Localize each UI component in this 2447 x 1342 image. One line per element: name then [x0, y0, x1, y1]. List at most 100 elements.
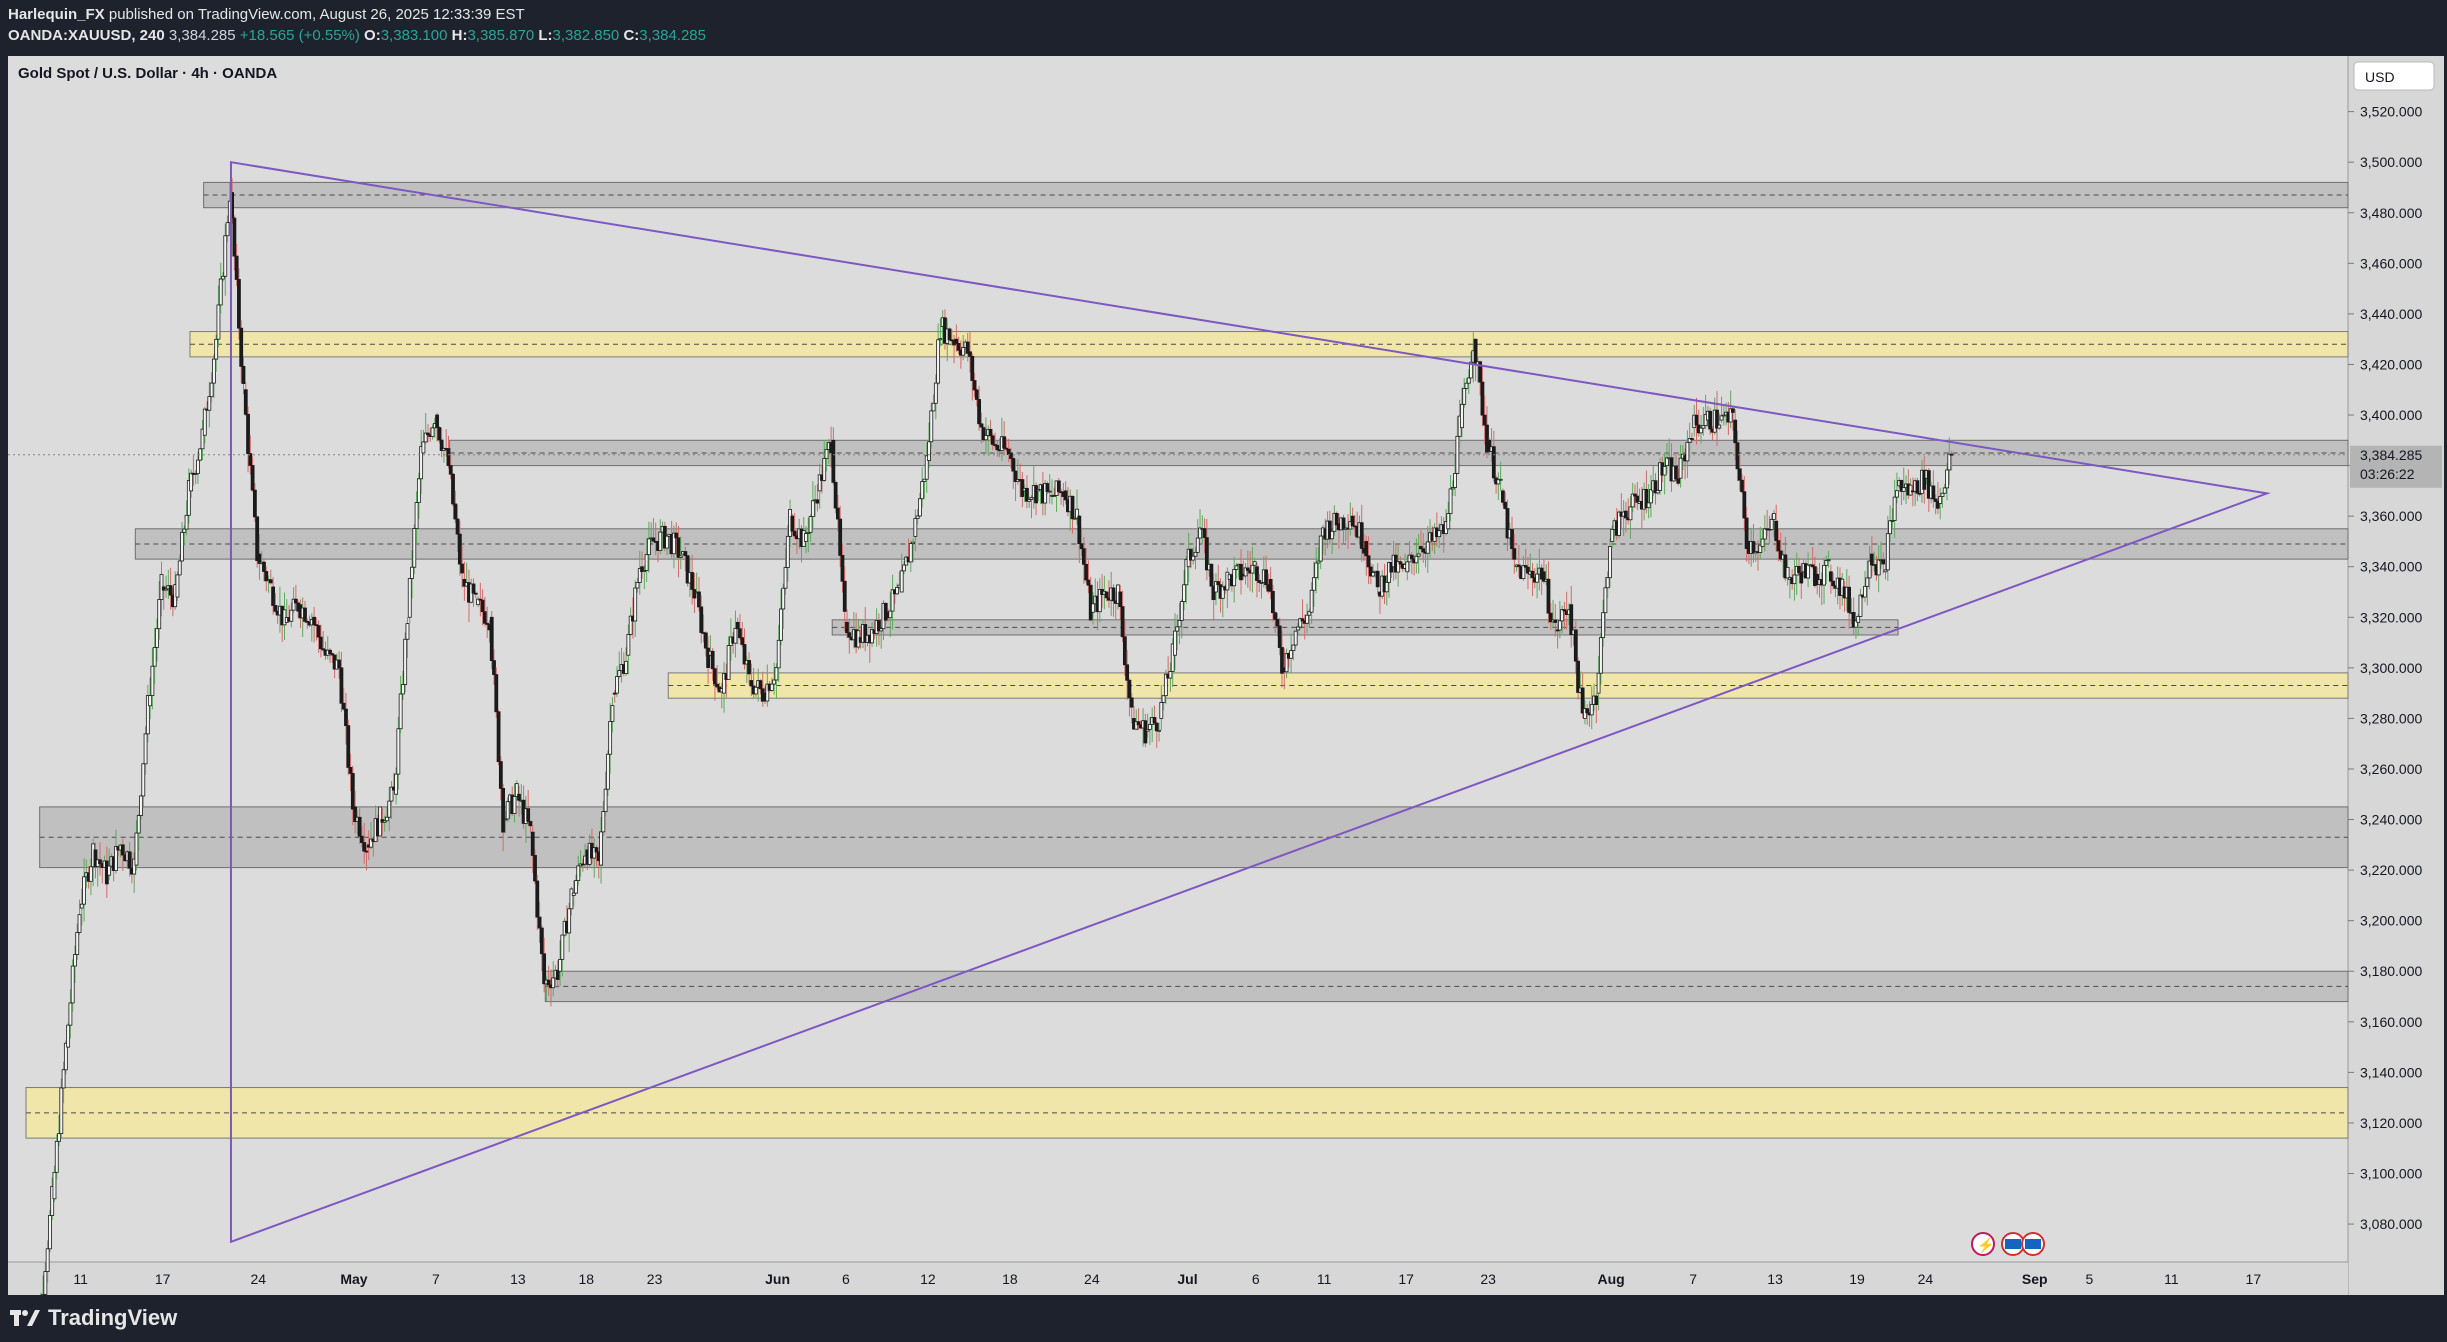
candle-body [54, 1140, 59, 1173]
candle-body [1869, 553, 1874, 566]
price-change: +18.565 (+0.55%) [239, 27, 360, 44]
candle-body [79, 903, 84, 909]
candle-body [43, 1271, 48, 1295]
candle-body [1772, 513, 1776, 520]
candle-body [665, 535, 670, 549]
symbol-label[interactable]: OANDA:XAUUSD, 240 [8, 27, 165, 44]
candle-body [196, 459, 200, 474]
y-tick-label: 3,400.000 [2360, 407, 2422, 423]
candle-body [1888, 520, 1892, 535]
candle-body [1466, 377, 1471, 384]
candle-body [107, 865, 112, 876]
candle-body [974, 389, 979, 400]
candle-body [1885, 533, 1890, 571]
candle-body [246, 413, 250, 454]
candle-body [1359, 522, 1364, 549]
y-tick-label: 3,300.000 [2360, 660, 2422, 676]
candle-body [624, 660, 629, 674]
candle-body [699, 606, 704, 633]
candle-body [1070, 495, 1075, 520]
candle-body [535, 880, 540, 918]
candle-body [979, 423, 984, 428]
candle-body [271, 586, 276, 606]
last-price: 3,384.285 [168, 27, 236, 44]
candle-body [810, 500, 815, 517]
candle-body [1305, 614, 1309, 624]
high-value: 3,385.870 [467, 27, 535, 44]
candle-body [1034, 485, 1038, 504]
candle-body [1690, 438, 1694, 440]
candle-body [658, 531, 663, 551]
candle-body [697, 591, 701, 608]
x-tick-label: 13 [1767, 1271, 1783, 1287]
candle-body [1446, 513, 1451, 530]
x-tick-label: 17 [2246, 1271, 2262, 1287]
candle-body [1122, 636, 1127, 666]
tradingview-logo[interactable]: TradingView [10, 1305, 177, 1331]
candle-body [416, 478, 421, 503]
candle-body [968, 351, 972, 357]
candle-body [293, 598, 298, 604]
candle-body [1152, 717, 1157, 724]
candle-body [1785, 567, 1790, 579]
candle-body [1239, 563, 1243, 581]
candle-body [385, 816, 389, 822]
current-price-label: 3,384.285 [2360, 447, 2422, 463]
candle-body [615, 676, 619, 694]
candle-body [1674, 465, 1678, 480]
candle-body [75, 932, 80, 955]
candle-body [1009, 452, 1013, 459]
candle-body [1425, 541, 1430, 554]
candle-body [790, 515, 795, 532]
candle-body [931, 402, 936, 412]
y-tick-label: 3,280.000 [2360, 710, 2422, 726]
candle-body [498, 761, 503, 789]
candle-body [651, 537, 656, 542]
candle-body [136, 815, 141, 834]
candle-body [471, 583, 476, 594]
candle-body [68, 1002, 73, 1026]
candle-body [214, 338, 219, 360]
candle-body [61, 1069, 66, 1089]
candle-body [715, 683, 720, 688]
candle-body [956, 342, 961, 351]
candle-body [1143, 720, 1148, 744]
candle-body [1881, 559, 1886, 565]
candle-body [560, 934, 565, 960]
candle-body [603, 788, 608, 812]
candle-body [1209, 563, 1214, 587]
candle-body [1081, 548, 1086, 565]
open-value: 3,383.100 [380, 27, 448, 44]
x-tick-label: 23 [1480, 1271, 1496, 1287]
candle-body [546, 979, 551, 986]
candle-body [1776, 540, 1781, 552]
zone-supply-3[interactable] [134, 528, 2349, 560]
candle-body [938, 338, 943, 341]
candle-body [250, 465, 255, 491]
event-icons[interactable]: ⚡ [1971, 1232, 2045, 1256]
author-name[interactable]: Harlequin_FX [8, 6, 105, 23]
candle-body [1735, 442, 1740, 470]
price-chart[interactable]: 3,080.000 3,100.000 3,120.000 3,140.000 3,16… [8, 56, 2444, 1295]
candle-body [155, 628, 159, 648]
candle-body [1157, 729, 1161, 732]
open-label: O: [364, 27, 381, 44]
zone-key-1[interactable] [189, 331, 2349, 358]
candle-body [1148, 724, 1152, 730]
candle-body [289, 609, 294, 622]
candle-body [303, 607, 307, 622]
y-tick-label: 3,140.000 [2360, 1064, 2422, 1080]
candle-body [1309, 589, 1314, 613]
candle-body [89, 866, 93, 882]
candle-body [1129, 697, 1134, 708]
candle-body [1177, 620, 1182, 628]
candle-body [920, 481, 925, 500]
candle-body [888, 610, 893, 619]
candle-body [902, 564, 906, 572]
candle-body [1480, 381, 1485, 416]
x-tick-label: 24 [1918, 1271, 1934, 1287]
candle-body [82, 876, 86, 905]
candle-body [542, 953, 547, 985]
candle-body [1334, 512, 1339, 526]
candle-body [676, 537, 681, 558]
